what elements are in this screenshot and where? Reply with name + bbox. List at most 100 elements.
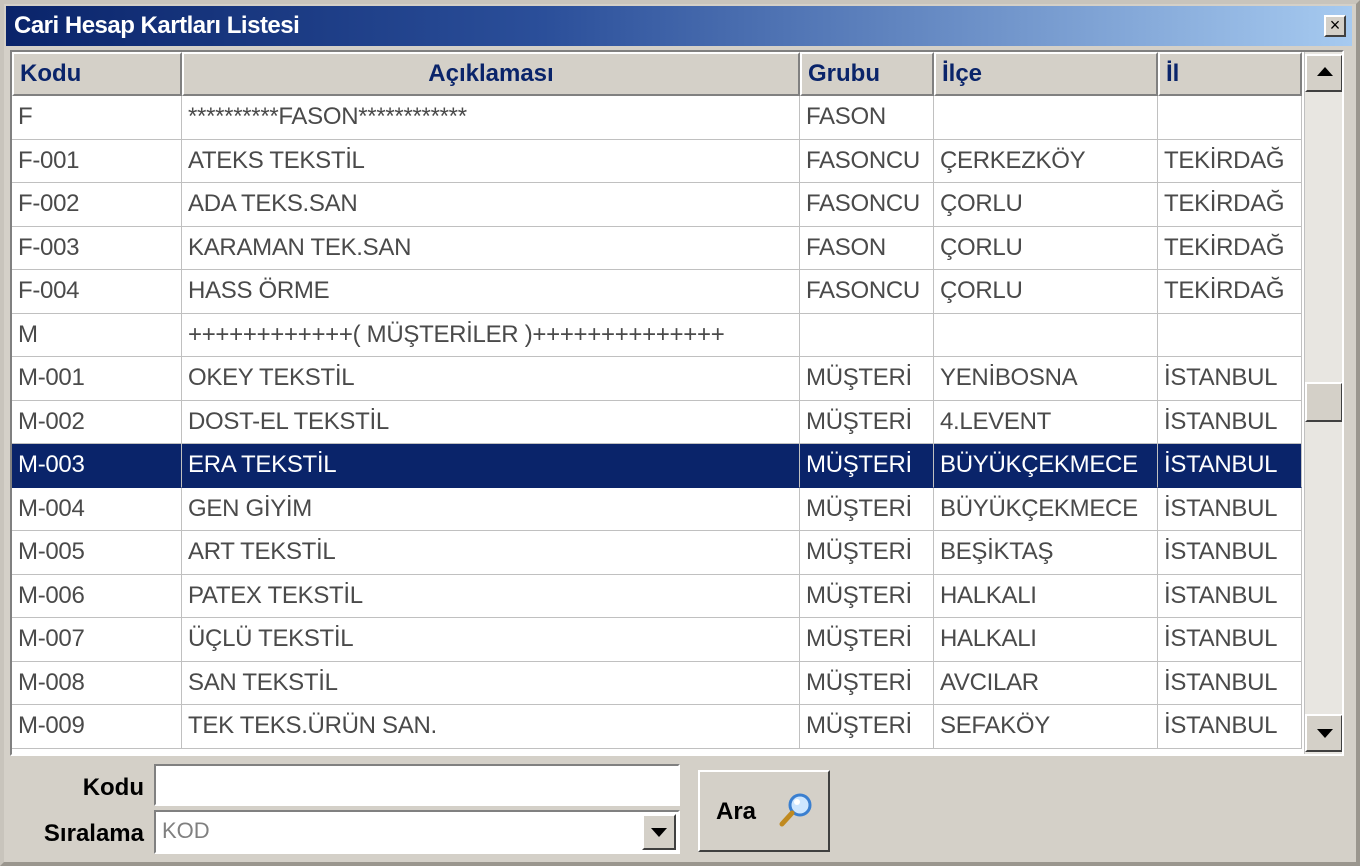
cell-aciklamasi: ERA TEKSTİL: [182, 444, 800, 488]
table-row-selected[interactable]: M-003 ERA TEKSTİL MÜŞTERİ BÜYÜKÇEKMECE İSTAN…: [12, 444, 1302, 488]
cell-aciklamasi: ADA TEKS.SAN: [182, 183, 800, 227]
table-row[interactable]: M-002 DOST-EL TEKSTİL MÜŞTERİ 4.LEVENT İSTAN…: [12, 400, 1302, 444]
search-button[interactable]: Ara: [698, 770, 830, 852]
column-header-aciklamasi[interactable]: Açıklaması: [182, 52, 800, 96]
cell-il: TEKİRDAĞ: [1158, 139, 1302, 183]
column-header-ilce[interactable]: İlçe: [934, 52, 1158, 96]
cell-ilce: [934, 313, 1158, 357]
table-row[interactable]: F-001 ATEKS TEKSTİL FASONCU ÇERKEZKÖY TEKİRD…: [12, 139, 1302, 183]
table-row[interactable]: M-009 TEK TEKS.ÜRÜN SAN. MÜŞTERİ SEFAKÖY İST…: [12, 705, 1302, 749]
cell-grubu: MÜŞTERİ: [800, 531, 934, 575]
cell-kodu: M-001: [12, 357, 182, 401]
cell-kodu: F-001: [12, 139, 182, 183]
cell-grubu: FASONCU: [800, 270, 934, 314]
cell-aciklamasi: **********FASON************: [182, 96, 800, 140]
cell-ilce: BÜYÜKÇEKMECE: [934, 444, 1158, 488]
sort-select[interactable]: KOD: [154, 810, 680, 854]
scroll-thumb[interactable]: [1305, 382, 1342, 422]
cell-il: İSTANBUL: [1158, 357, 1302, 401]
cell-grubu: MÜŞTERİ: [800, 661, 934, 705]
cell-kodu: M-006: [12, 574, 182, 618]
cell-grubu: FASON: [800, 96, 934, 140]
cell-il: İSTANBUL: [1158, 661, 1302, 705]
cell-aciklamasi: ART TEKSTİL: [182, 531, 800, 575]
cell-kodu: M-003: [12, 444, 182, 488]
cell-il: İSTANBUL: [1158, 574, 1302, 618]
cell-aciklamasi: PATEX TEKSTİL: [182, 574, 800, 618]
cell-grubu: MÜŞTERİ: [800, 487, 934, 531]
table-row[interactable]: M ++++++++++++( MÜŞTERİLER )+++++++++++++…: [12, 313, 1302, 357]
cell-il: TEKİRDAĞ: [1158, 226, 1302, 270]
cell-ilce: AVCILAR: [934, 661, 1158, 705]
close-button[interactable]: ×: [1324, 15, 1346, 37]
cell-grubu: MÜŞTERİ: [800, 705, 934, 749]
cell-aciklamasi: ATEKS TEKSTİL: [182, 139, 800, 183]
cell-ilce: [934, 96, 1158, 140]
arrow-up-icon: [1317, 67, 1333, 76]
cell-grubu: MÜŞTERİ: [800, 444, 934, 488]
scroll-down-button[interactable]: [1305, 714, 1342, 752]
scroll-up-button[interactable]: [1305, 54, 1342, 92]
cari-hesap-window: Cari Hesap Kartları Listesi × Kodu Açıkl…: [0, 0, 1360, 866]
cell-ilce: BÜYÜKÇEKMECE: [934, 487, 1158, 531]
cell-kodu: M-005: [12, 531, 182, 575]
cell-kodu: F-002: [12, 183, 182, 227]
cell-grubu: MÜŞTERİ: [800, 618, 934, 662]
cell-aciklamasi: SAN TEKSTİL: [182, 661, 800, 705]
table-row[interactable]: M-005 ART TEKSTİL MÜŞTERİ BEŞİKTAŞ İSTANBUL: [12, 531, 1302, 575]
column-header-grubu[interactable]: Grubu: [800, 52, 934, 96]
table-row[interactable]: M-001 OKEY TEKSTİL MÜŞTERİ YENİBOSNA İSTANBU…: [12, 357, 1302, 401]
sort-dropdown-button[interactable]: [642, 814, 676, 850]
cell-kodu: F-003: [12, 226, 182, 270]
table-row[interactable]: M-006 PATEX TEKSTİL MÜŞTERİ HALKALI İSTANBUL: [12, 574, 1302, 618]
code-input[interactable]: [154, 764, 680, 806]
cell-kodu: M-008: [12, 661, 182, 705]
cell-grubu: FASONCU: [800, 183, 934, 227]
table-row[interactable]: M-007 ÜÇLÜ TEKSTİL MÜŞTERİ HALKALI İSTANBUL: [12, 618, 1302, 662]
cell-il: İSTANBUL: [1158, 444, 1302, 488]
cell-grubu: MÜŞTERİ: [800, 357, 934, 401]
table-row[interactable]: F-002 ADA TEKS.SAN FASONCU ÇORLU TEKİRDAĞ: [12, 183, 1302, 227]
table-row[interactable]: F-004 HASS ÖRME FASONCU ÇORLU TEKİRDAĞ: [12, 270, 1302, 314]
chevron-down-icon: [651, 828, 667, 837]
arrow-down-icon: [1317, 729, 1333, 738]
cell-aciklamasi: HASS ÖRME: [182, 270, 800, 314]
cell-aciklamasi: DOST-EL TEKSTİL: [182, 400, 800, 444]
cell-aciklamasi: ÜÇLÜ TEKSTİL: [182, 618, 800, 662]
cell-grubu: MÜŞTERİ: [800, 400, 934, 444]
cell-il: [1158, 313, 1302, 357]
table-row[interactable]: M-008 SAN TEKSTİL MÜŞTERİ AVCILAR İSTANBUL: [12, 661, 1302, 705]
magnifier-icon: [779, 793, 812, 827]
cell-ilce: HALKALI: [934, 574, 1158, 618]
cell-ilce: HALKALI: [934, 618, 1158, 662]
cell-grubu: MÜŞTERİ: [800, 574, 934, 618]
cell-il: [1158, 96, 1302, 140]
title-bar[interactable]: Cari Hesap Kartları Listesi ×: [6, 6, 1352, 46]
table-row[interactable]: F-003 KARAMAN TEK.SAN FASON ÇORLU TEKİRDAĞ: [12, 226, 1302, 270]
cell-il: İSTANBUL: [1158, 618, 1302, 662]
cell-kodu: M-004: [12, 487, 182, 531]
cell-kodu: F-004: [12, 270, 182, 314]
sort-label: Sıralama: [43, 820, 144, 847]
grid-header: Kodu Açıklaması Grubu İlçe İl: [12, 52, 1302, 96]
cell-il: İSTANBUL: [1158, 531, 1302, 575]
table-row[interactable]: F **********FASON************ FASON: [12, 96, 1302, 140]
column-header-kodu[interactable]: Kodu: [12, 52, 182, 96]
cell-kodu: M: [12, 313, 182, 357]
cell-grubu: FASON: [800, 226, 934, 270]
cell-kodu: M-007: [12, 618, 182, 662]
table-row[interactable]: M-004 GEN GİYİM MÜŞTERİ BÜYÜKÇEKMECE İSTANBU…: [12, 487, 1302, 531]
vertical-scrollbar[interactable]: [1304, 52, 1342, 754]
cell-kodu: M-002: [12, 400, 182, 444]
cell-il: TEKİRDAĞ: [1158, 183, 1302, 227]
cell-ilce: SEFAKÖY: [934, 705, 1158, 749]
cell-il: İSTANBUL: [1158, 400, 1302, 444]
column-header-il[interactable]: İl: [1158, 52, 1302, 96]
accounts-grid: Kodu Açıklaması Grubu İlçe İl F *********…: [10, 50, 1344, 756]
cell-ilce: ÇORLU: [934, 226, 1158, 270]
code-label: Kodu: [82, 774, 144, 801]
cell-il: İSTANBUL: [1158, 487, 1302, 531]
sort-selected-value: KOD: [162, 818, 210, 843]
cell-il: İSTANBUL: [1158, 705, 1302, 749]
cell-aciklamasi: TEK TEKS.ÜRÜN SAN.: [182, 705, 800, 749]
